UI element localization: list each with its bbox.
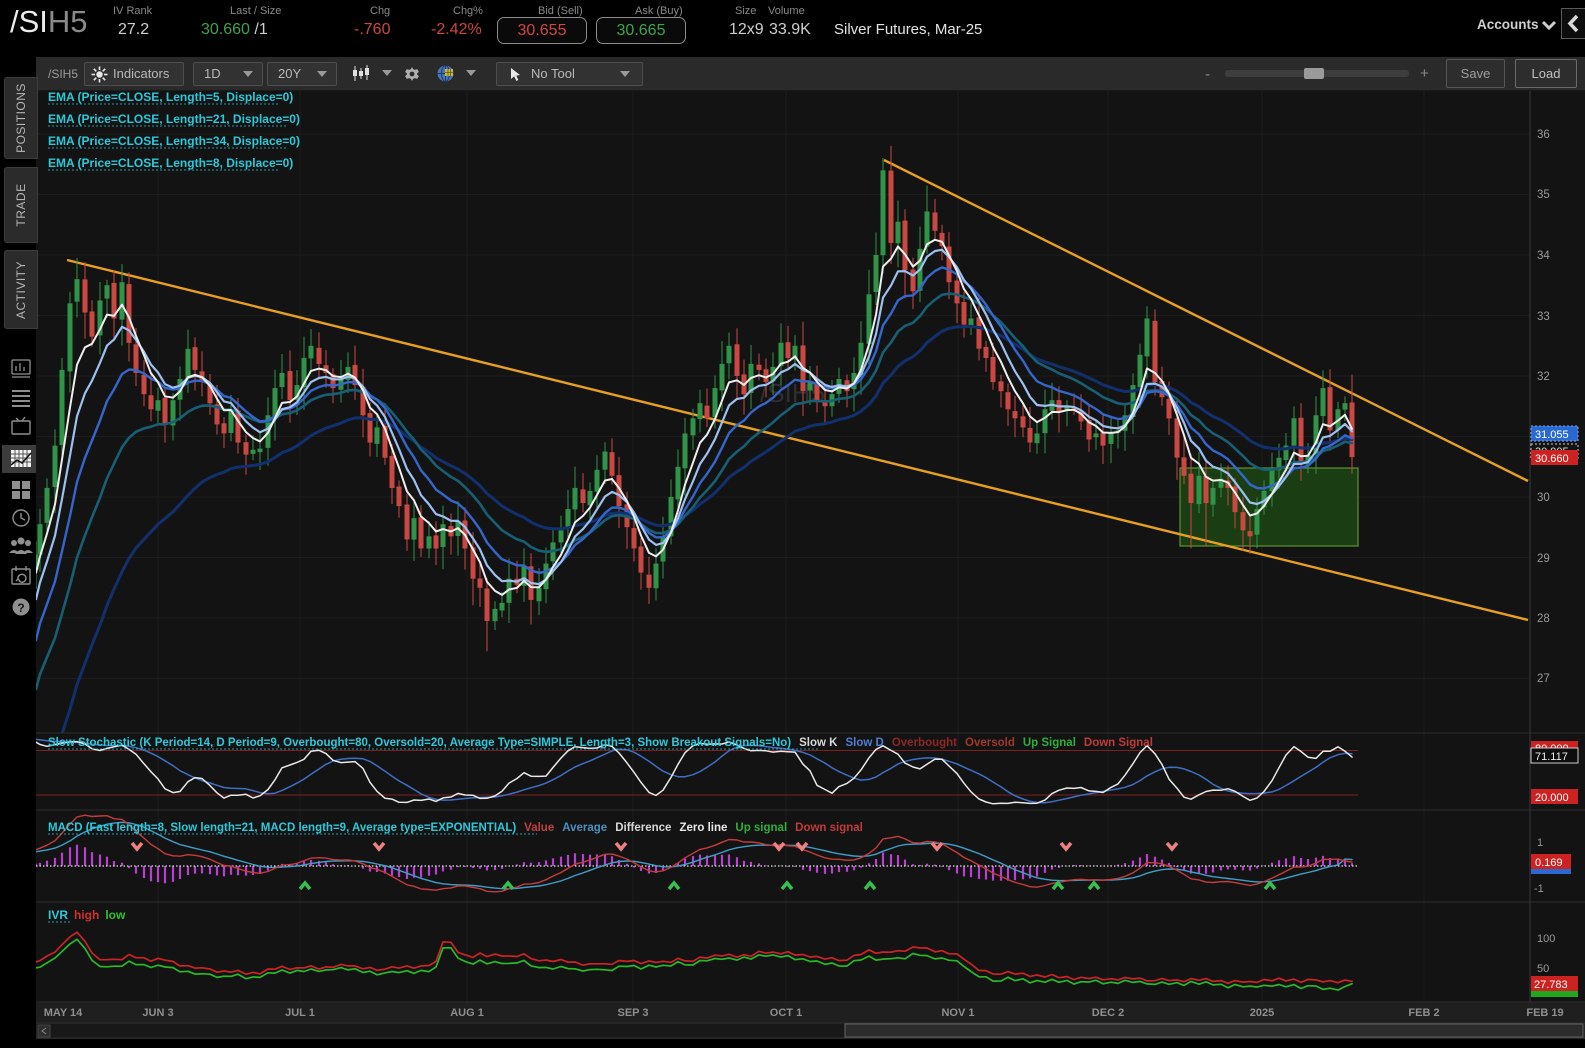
svg-text:DEC 2: DEC 2 (1092, 1007, 1124, 1019)
svg-text:-1: -1 (1534, 883, 1544, 895)
svg-text:31.055: 31.055 (1535, 429, 1569, 441)
svg-text:EMA (Price=CLOSE, Length=21, D: EMA (Price=CLOSE, Length=21, Displace=0) (48, 112, 300, 126)
svg-text:EMA (Price=CLOSE, Length=34, D: EMA (Price=CLOSE, Length=34, Displace=0) (48, 134, 300, 148)
svg-text:28: 28 (1537, 613, 1550, 625)
svg-text:50: 50 (1537, 963, 1549, 975)
svg-text:MACD (Fast length=8, Slow leng: MACD (Fast length=8, Slow length=21, MAC… (48, 822, 863, 834)
svg-text:FEB 19: FEB 19 (1526, 1007, 1563, 1019)
svg-text:27: 27 (1537, 673, 1550, 685)
svg-text:29: 29 (1537, 553, 1550, 565)
svg-text:JUN 3: JUN 3 (142, 1007, 173, 1019)
svg-text:EMA (Price=CLOSE, Length=8, Di: EMA (Price=CLOSE, Length=8, Displace=0) (48, 156, 293, 170)
svg-text:1: 1 (1537, 837, 1543, 849)
svg-text:2025: 2025 (1250, 1007, 1274, 1019)
svg-text:SEP 3: SEP 3 (618, 1007, 649, 1019)
svg-text:100: 100 (1537, 933, 1555, 945)
svg-text:Slow Stochastic (K Period=14,: Slow Stochastic (K Period=14, D Period=9… (48, 737, 1153, 749)
svg-text:20.000: 20.000 (1535, 792, 1569, 804)
svg-text:27.783: 27.783 (1534, 979, 1568, 991)
svg-text:35: 35 (1537, 189, 1550, 201)
svg-text:30: 30 (1537, 492, 1550, 504)
svg-text:36: 36 (1537, 129, 1550, 141)
svg-text:JUL 1: JUL 1 (285, 1007, 315, 1019)
svg-text:EMA (Price=CLOSE, Length=5, Di: EMA (Price=CLOSE, Length=5, Displace=0) (48, 90, 293, 104)
svg-text:FEB 2: FEB 2 (1408, 1007, 1439, 1019)
svg-text:IVRhighlow: IVR high low (48, 908, 126, 922)
svg-text:?: ? (17, 601, 24, 615)
svg-text:34: 34 (1537, 250, 1550, 262)
svg-text:71.117: 71.117 (1535, 751, 1568, 763)
svg-text:32: 32 (1537, 371, 1550, 383)
svg-text:MAY 14: MAY 14 (44, 1007, 83, 1019)
svg-text:AUG 1: AUG 1 (450, 1007, 484, 1019)
svg-text:0.169: 0.169 (1535, 857, 1563, 869)
svg-text:33: 33 (1537, 311, 1550, 323)
svg-text:30.660: 30.660 (1535, 453, 1569, 465)
svg-text:OCT 1: OCT 1 (770, 1007, 802, 1019)
svg-text:NOV 1: NOV 1 (941, 1007, 974, 1019)
